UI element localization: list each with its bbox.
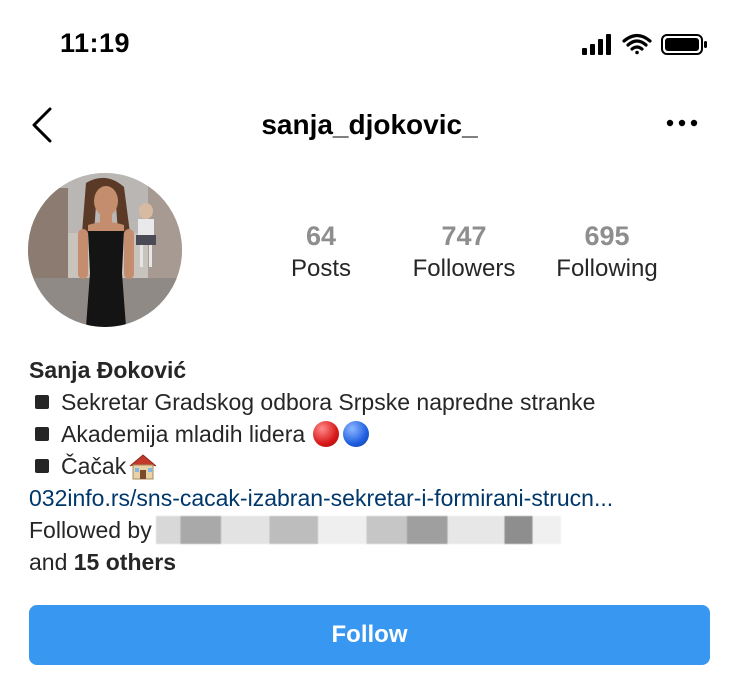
follow-button[interactable]: Follow <box>29 605 710 665</box>
more-horizontal-icon[interactable] <box>664 115 700 131</box>
profile-bio: Sanja Đoković Sekretar Gradskog odbora S… <box>29 354 719 578</box>
display-name: Sanja Đoković <box>29 357 187 383</box>
black-square-icon <box>35 395 49 409</box>
bio-link[interactable]: 032info.rs/sns-cacak-izabran-sekretar-i-… <box>29 482 719 514</box>
house-icon <box>129 454 157 480</box>
avatar-photo <box>28 173 182 327</box>
posts-count: 64 <box>305 221 337 251</box>
stat-following[interactable]: 695 Following <box>537 220 677 286</box>
posts-label: Posts <box>290 255 352 282</box>
bio-line-2: Akademija mladih lidera <box>29 418 719 450</box>
bio-text-2: Akademija mladih lidera <box>61 421 306 447</box>
followers-label: Followers <box>412 255 516 282</box>
black-square-icon <box>35 427 49 441</box>
followed-by-label: Followed by <box>29 517 152 543</box>
red-circle-icon <box>313 421 340 447</box>
followed-by-others[interactable]: and 15 others <box>29 546 719 578</box>
status-bar: 11:19 <box>0 0 739 90</box>
others-count: 15 others <box>73 549 177 575</box>
status-time: 11:19 <box>60 28 131 58</box>
and-label: and <box>29 549 74 575</box>
wifi-icon <box>622 33 652 55</box>
following-count: 695 <box>584 221 630 251</box>
bio-text-1: Sekretar Gradskog odbora Srpske napredne… <box>61 389 596 415</box>
avatar[interactable] <box>28 173 182 327</box>
followed-by: Followed by <box>29 514 719 546</box>
battery-icon <box>661 34 707 55</box>
following-label: Following <box>556 255 658 282</box>
mutual-followers-blurred[interactable] <box>155 516 561 544</box>
followers-count: 747 <box>441 221 487 251</box>
bio-line-3: Čačak <box>29 450 719 482</box>
bio-text-3: Čačak <box>61 453 127 479</box>
profile-username: sanja_djokovic_ <box>261 109 478 140</box>
signal-bars-icon <box>582 34 611 55</box>
bio-line-1: Sekretar Gradskog odbora Srpske napredne… <box>29 386 719 418</box>
blue-circle-icon <box>343 421 370 447</box>
nav-bar: sanja_djokovic_ <box>0 95 739 155</box>
stat-followers[interactable]: 747 Followers <box>394 220 534 286</box>
status-icons <box>582 33 707 55</box>
black-square-icon <box>35 459 49 473</box>
stat-posts[interactable]: 64 Posts <box>251 220 391 286</box>
